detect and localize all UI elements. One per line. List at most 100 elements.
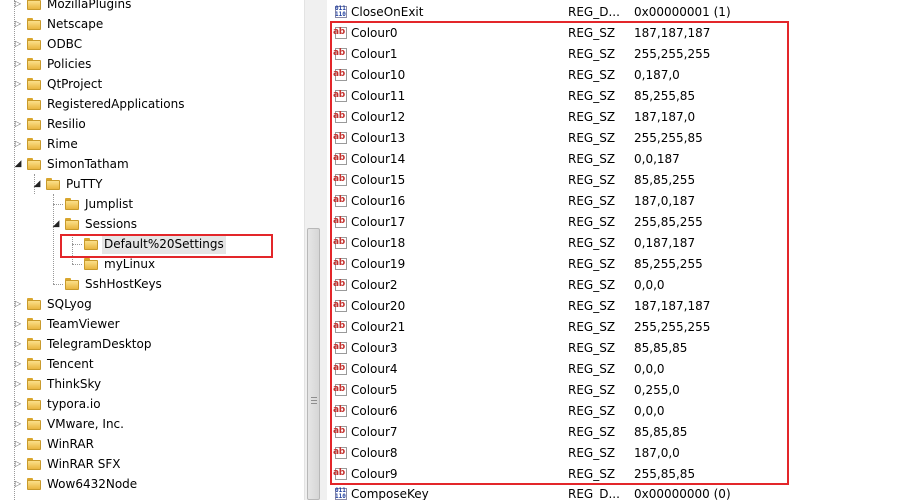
tree-item-label: ThinkSky	[47, 377, 102, 391]
tree-item-label: RegisteredApplications	[47, 97, 185, 111]
string-value-icon: ab	[333, 152, 348, 166]
value-row-colour9[interactable]: ab Colour9 REG_SZ 255,85,85	[327, 464, 899, 485]
expand-arrow-icon[interactable]: ▷	[13, 414, 23, 434]
folder-icon	[65, 278, 79, 290]
folder-icon	[27, 118, 41, 130]
value-type: REG_SZ	[568, 26, 616, 40]
value-row-colour12[interactable]: ab Colour12 REG_SZ 187,187,0	[327, 107, 899, 128]
value-type: REG_SZ	[568, 278, 616, 292]
tree-guide-line	[72, 234, 73, 264]
collapse-arrow-icon[interactable]: ◢	[51, 214, 61, 234]
value-type: REG_SZ	[568, 341, 616, 355]
expand-arrow-icon[interactable]: ▷	[13, 34, 23, 54]
value-row-colour11[interactable]: ab Colour11 REG_SZ 85,255,85	[327, 86, 899, 107]
value-row-colour4[interactable]: ab Colour4 REG_SZ 0,0,0	[327, 359, 899, 380]
string-value-icon: ab	[333, 110, 348, 124]
tree-item-label: Tencent	[47, 357, 94, 371]
registry-values-list: 011 110 CloseOnExit REG_D... 0x00000001 (…	[327, 0, 899, 500]
value-row-colour14[interactable]: ab Colour14 REG_SZ 0,0,187	[327, 149, 899, 170]
expand-arrow-icon[interactable]: ▷	[13, 374, 23, 394]
folder-icon	[27, 458, 41, 470]
value-row-colour10[interactable]: ab Colour10 REG_SZ 0,187,0	[327, 65, 899, 86]
string-value-icon: ab	[333, 257, 348, 271]
tree-item-label: SshHostKeys	[85, 277, 162, 291]
expand-arrow-icon[interactable]: ▷	[13, 0, 23, 14]
value-row-colour21[interactable]: ab Colour21 REG_SZ 255,255,255	[327, 317, 899, 338]
tree-item-label: VMware, Inc.	[47, 417, 124, 431]
collapse-arrow-icon[interactable]: ◢	[32, 174, 42, 194]
value-name: Colour18	[351, 236, 406, 250]
expand-arrow-icon[interactable]: ▷	[13, 134, 23, 154]
value-type: REG_SZ	[568, 68, 616, 82]
expand-arrow-icon[interactable]: ▷	[13, 454, 23, 474]
value-row-colour16[interactable]: ab Colour16 REG_SZ 187,0,187	[327, 191, 899, 212]
expand-arrow-icon[interactable]: ▷	[13, 354, 23, 374]
tree-item-label: WinRAR SFX	[47, 457, 121, 471]
binary-value-icon: 011 110	[335, 5, 347, 18]
value-row-colour2[interactable]: ab Colour2 REG_SZ 0,0,0	[327, 275, 899, 296]
value-type: REG_SZ	[568, 236, 616, 250]
tree-vertical-scrollbar[interactable]	[304, 0, 321, 500]
collapse-arrow-icon[interactable]: ◢	[13, 154, 23, 174]
value-row-colour20[interactable]: ab Colour20 REG_SZ 187,187,187	[327, 296, 899, 317]
binary-value-icon: 011 110	[335, 487, 347, 500]
value-data: 0,187,187	[634, 236, 696, 250]
value-name: CloseOnExit	[351, 5, 424, 19]
tree-item-label: Resilio	[47, 117, 86, 131]
value-name: Colour11	[351, 89, 406, 103]
value-row-colour17[interactable]: ab Colour17 REG_SZ 255,85,255	[327, 212, 899, 233]
value-data: 0,0,187	[634, 152, 680, 166]
value-row-colour8[interactable]: ab Colour8 REG_SZ 187,0,0	[327, 443, 899, 464]
value-row-colour6[interactable]: ab Colour6 REG_SZ 0,0,0	[327, 401, 899, 422]
value-type: REG_SZ	[568, 362, 616, 376]
value-name: Colour4	[351, 362, 398, 376]
expand-arrow-icon[interactable]: ▷	[13, 14, 23, 34]
string-value-icon: ab	[333, 194, 348, 208]
value-row-colour19[interactable]: ab Colour19 REG_SZ 85,255,255	[327, 254, 899, 275]
expand-arrow-icon[interactable]: ▷	[13, 74, 23, 94]
value-data: 255,85,85	[634, 467, 696, 481]
value-name: ComposeKey	[351, 487, 429, 500]
value-row-colour7[interactable]: ab Colour7 REG_SZ 85,85,85	[327, 422, 899, 443]
folder-icon	[27, 138, 41, 150]
value-name: Colour14	[351, 152, 406, 166]
expand-arrow-icon[interactable]: ▷	[13, 54, 23, 74]
value-row-composekey[interactable]: 011 110 ComposeKey REG_D... 0x00000000 (0…	[327, 484, 899, 500]
folder-icon	[27, 418, 41, 430]
expand-arrow-icon[interactable]: ▷	[13, 434, 23, 454]
folder-icon	[46, 178, 60, 190]
value-name: Colour20	[351, 299, 406, 313]
value-name: Colour1	[351, 47, 398, 61]
value-row-colour3[interactable]: ab Colour3 REG_SZ 85,85,85	[327, 338, 899, 359]
value-row-colour0[interactable]: ab Colour0 REG_SZ 187,187,187	[327, 23, 899, 44]
folder-icon	[27, 0, 41, 10]
value-name: Colour5	[351, 383, 398, 397]
string-value-icon: ab	[333, 131, 348, 145]
folder-icon	[27, 338, 41, 350]
value-row-closeonexit[interactable]: 011 110 CloseOnExit REG_D... 0x00000001 (…	[327, 2, 899, 23]
expand-arrow-icon[interactable]: ▷	[13, 294, 23, 314]
scrollbar-grip-line	[311, 403, 317, 404]
value-row-colour13[interactable]: ab Colour13 REG_SZ 255,255,85	[327, 128, 899, 149]
registry-key-tree: ▷ MozillaPlugins ▷ Netscape ▷ ODBC ▷ Pol…	[0, 0, 304, 500]
expand-arrow-icon[interactable]: ▷	[13, 334, 23, 354]
value-type: REG_SZ	[568, 320, 616, 334]
value-row-colour1[interactable]: ab Colour1 REG_SZ 255,255,255	[327, 44, 899, 65]
tree-guide-line	[53, 204, 63, 205]
tree-item-label: MozillaPlugins	[47, 0, 132, 11]
value-row-colour18[interactable]: ab Colour18 REG_SZ 0,187,187	[327, 233, 899, 254]
expand-arrow-icon[interactable]: ▷	[13, 474, 23, 494]
folder-icon	[27, 78, 41, 90]
value-name: Colour15	[351, 173, 406, 187]
value-row-colour15[interactable]: ab Colour15 REG_SZ 85,85,255	[327, 170, 899, 191]
value-row-colour5[interactable]: ab Colour5 REG_SZ 0,255,0	[327, 380, 899, 401]
value-type: REG_SZ	[568, 131, 616, 145]
value-data: 187,0,0	[634, 446, 680, 460]
scrollbar-thumb[interactable]	[307, 228, 320, 500]
value-data: 0,0,0	[634, 362, 665, 376]
value-data: 255,85,255	[634, 215, 703, 229]
expand-arrow-icon[interactable]: ▷	[13, 114, 23, 134]
tree-item-label: Jumplist	[85, 197, 134, 211]
expand-arrow-icon[interactable]: ▷	[13, 314, 23, 334]
expand-arrow-icon[interactable]: ▷	[13, 394, 23, 414]
